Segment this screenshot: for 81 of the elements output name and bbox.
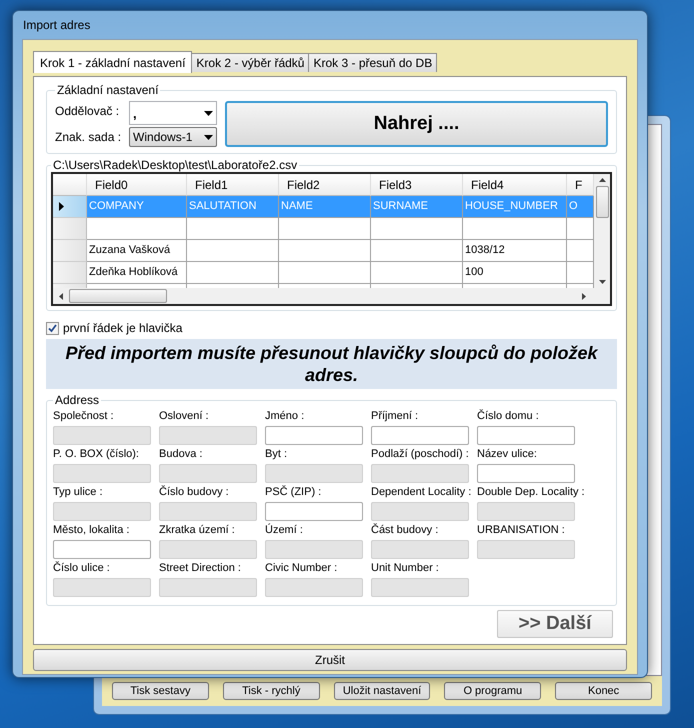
scroll-up-icon[interactable] bbox=[598, 178, 606, 182]
separator-dropdown[interactable]: , bbox=[129, 101, 218, 125]
separator-label: Oddělovač : bbox=[55, 104, 120, 118]
tab[interactable]: Krok 3 - přesuň do DB bbox=[308, 53, 438, 72]
input-field[interactable] bbox=[53, 540, 151, 559]
tab[interactable]: Krok 1 - základní nastavení bbox=[33, 51, 192, 73]
vertical-scrollbar[interactable] bbox=[594, 174, 610, 288]
background-button[interactable]: Tisk sestavy bbox=[112, 682, 209, 700]
horizontal-scrollbar[interactable] bbox=[53, 288, 610, 304]
scroll-thumb[interactable] bbox=[69, 289, 167, 303]
field-label: Double Dep. Locality : bbox=[477, 485, 586, 499]
background-button[interactable]: Uložit nastavení bbox=[334, 682, 430, 700]
column-header[interactable]: Field0 bbox=[87, 174, 187, 196]
charset-label: Znak. sada : bbox=[55, 130, 122, 144]
field-label: Číslo domu : bbox=[477, 409, 540, 423]
input-field[interactable] bbox=[477, 426, 575, 445]
checkbox-label: první řádek je hlavička bbox=[63, 321, 182, 335]
current-row-icon bbox=[59, 202, 64, 211]
cancel-button[interactable]: Zrušit bbox=[33, 649, 627, 671]
column-header[interactable]: F bbox=[567, 174, 594, 196]
next-button[interactable]: >> Další bbox=[497, 610, 613, 638]
scroll-left-icon[interactable] bbox=[59, 292, 63, 300]
field-label: Podlaží (poschodí) : bbox=[371, 447, 470, 461]
field-label: Město, lokalita : bbox=[53, 523, 130, 537]
field-label: Část budovy : bbox=[371, 523, 440, 537]
file-path: C:\Users\Radek\Desktop\test\Laboratoře2.csv bbox=[52, 158, 298, 172]
group-title: Address bbox=[54, 393, 100, 407]
input-field[interactable] bbox=[371, 426, 469, 445]
dropdown-arrow-icon bbox=[204, 110, 214, 116]
field-label: Unit Number : bbox=[371, 561, 440, 575]
column-header[interactable]: Field4 bbox=[463, 174, 567, 196]
table-cell: O bbox=[567, 196, 594, 218]
input-field[interactable] bbox=[265, 502, 363, 521]
input-field[interactable] bbox=[265, 426, 363, 445]
field-label: Číslo budovy : bbox=[159, 485, 230, 499]
field-label: Název ulice: bbox=[477, 447, 538, 461]
field-label: URBANISATION : bbox=[477, 523, 566, 537]
field-label: Byt : bbox=[265, 447, 288, 461]
field-label: Číslo ulice : bbox=[53, 561, 111, 575]
table-cell: Zdeňka Hoblíková bbox=[87, 262, 187, 284]
background-button[interactable]: Konec bbox=[555, 682, 652, 700]
scroll-thumb[interactable] bbox=[596, 186, 608, 218]
table-cell: Zuzana Vašková bbox=[87, 240, 187, 262]
field-label: Příjmení : bbox=[371, 409, 420, 423]
tab[interactable]: Krok 2 - výběr řádků bbox=[191, 53, 310, 72]
table-cell: 100 bbox=[463, 262, 567, 284]
table-cell: SURNAME bbox=[371, 196, 463, 218]
row-header[interactable] bbox=[53, 196, 87, 218]
field-label: Budova : bbox=[159, 447, 204, 461]
dropdown-arrow-icon bbox=[204, 134, 214, 140]
column-header[interactable]: Field2 bbox=[279, 174, 371, 196]
field-label: PSČ (ZIP) : bbox=[265, 485, 322, 499]
background-button[interactable]: Tisk - rychlý bbox=[222, 682, 320, 700]
table-cell: COMPANY bbox=[87, 196, 187, 218]
field-label: Street Direction : bbox=[159, 561, 242, 575]
window-title: Import adres bbox=[22, 17, 92, 34]
table-cell: HOUSE_NUMBER bbox=[463, 196, 567, 218]
table-cell: 1038/12 bbox=[463, 240, 567, 262]
column-header[interactable]: Field1 bbox=[187, 174, 279, 196]
table-cell: NAME bbox=[279, 196, 371, 218]
field-label: Společnost : bbox=[53, 409, 115, 423]
field-label: Dependent Locality : bbox=[371, 485, 472, 499]
field-label: Území : bbox=[265, 523, 304, 537]
corner-header bbox=[53, 174, 87, 196]
scroll-down-icon[interactable] bbox=[598, 280, 606, 284]
field-label: Oslovení : bbox=[159, 409, 210, 423]
table-cell: SALUTATION bbox=[187, 196, 279, 218]
field-label: Typ ulice : bbox=[53, 485, 104, 499]
field-label: Jméno : bbox=[265, 409, 306, 423]
field-label: P. O. BOX (číslo): bbox=[53, 447, 140, 461]
input-field[interactable] bbox=[477, 464, 575, 483]
field-label: Zkratka území : bbox=[159, 523, 236, 537]
load-button[interactable]: Nahrej .... bbox=[225, 101, 608, 147]
scroll-right-icon[interactable] bbox=[582, 292, 586, 300]
field-label: Civic Number : bbox=[265, 561, 338, 575]
header-checkbox[interactable] bbox=[46, 322, 59, 334]
notice-banner: Před importem musíte přesunout hlavičky sloupců do položek adres. bbox=[46, 339, 617, 389]
column-header[interactable]: Field3 bbox=[371, 174, 463, 196]
charset-dropdown[interactable]: Windows-1 bbox=[129, 127, 218, 147]
group-title: Základní nastavení bbox=[56, 83, 160, 97]
background-button[interactable]: O programu bbox=[444, 682, 542, 700]
